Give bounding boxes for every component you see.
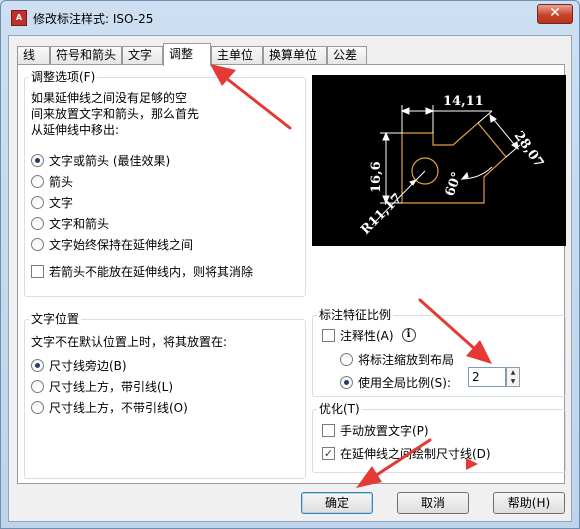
text-placement-group: 文字位置 文字不在默认位置上时，将其放置在: 尺寸线旁边(B) 尺寸线上方，带引… xyxy=(24,312,306,479)
radio-scale-to-layout[interactable]: 将标注缩放到布局 xyxy=(340,351,454,367)
tab-tolerances[interactable]: 公差 xyxy=(327,46,367,65)
dialog-window: A 修改标注样式: ISO-25 ✕ 线 符号和箭头 文字 调整 主单位 换算单… xyxy=(0,0,580,529)
preview-label-left: 16,6 xyxy=(369,161,384,193)
radio-over-dim-line-with-leader[interactable]: 尺寸线上方，带引线(L) xyxy=(31,378,173,394)
radio-use-overall-scale[interactable]: 使用全局比例(S): xyxy=(340,374,451,390)
radio-label: 箭头 xyxy=(49,174,74,189)
autocad-app-icon: A xyxy=(11,10,27,26)
radio-indicator[interactable] xyxy=(31,358,44,372)
preview-label-right: 28,07 xyxy=(511,129,547,171)
cancel-button[interactable]: 取消 xyxy=(397,492,469,514)
fit-options-group: 调整选项(F) 如果延伸线之间没有足够的空 间来放置文字和箭头，那么首先 从延伸… xyxy=(24,70,306,297)
ok-button[interactable]: 确定 xyxy=(301,492,373,514)
overall-scale-input[interactable]: 2 xyxy=(468,367,506,387)
checkbox-indicator[interactable]: ✓ xyxy=(322,446,335,460)
fit-options-title: 调整选项(F) xyxy=(29,70,98,84)
title-bar[interactable]: A 修改标注样式: ISO-25 ✕ xyxy=(1,1,579,35)
fine-tuning-title: 优化(T) xyxy=(317,402,362,416)
scale-features-title: 标注特征比例 xyxy=(317,308,394,322)
help-button[interactable]: 帮助(H) xyxy=(493,492,565,514)
checkbox-indicator[interactable] xyxy=(322,423,335,437)
radio-text-and-arrows[interactable]: 文字和箭头 xyxy=(31,215,109,231)
close-button[interactable]: ✕ xyxy=(537,4,573,24)
fit-options-description-line-2: 间来放置文字和箭头，那么首先 xyxy=(31,107,200,121)
radio-label: 将标注缩放到布局 xyxy=(358,352,455,367)
radio-indicator[interactable] xyxy=(31,216,44,230)
tab-lines[interactable]: 线 xyxy=(17,46,50,65)
spin-down-icon[interactable]: ▼ xyxy=(507,377,519,386)
fit-tab-panel: 调整选项(F) 如果延伸线之间没有足够的空 间来放置文字和箭头，那么首先 从延伸… xyxy=(17,64,566,484)
radio-label: 文字或箭头 (最佳效果) xyxy=(49,153,171,168)
checkbox-label: 注释性(A) xyxy=(340,328,394,343)
checkbox-label: 在延伸线之间绘制尺寸线(D) xyxy=(340,446,491,461)
checkbox-indicator[interactable] xyxy=(322,328,335,342)
radio-label: 文字和箭头 xyxy=(49,216,110,231)
radio-beside-dim-line[interactable]: 尺寸线旁边(B) xyxy=(31,357,127,373)
radio-label: 尺寸线旁边(B) xyxy=(49,358,127,373)
tab-primary-units[interactable]: 主单位 xyxy=(211,46,263,65)
checkbox-manual-place-text[interactable]: 手动放置文字(P) xyxy=(322,422,429,438)
radio-indicator[interactable] xyxy=(31,153,44,167)
tab-text[interactable]: 文字 xyxy=(122,46,163,65)
dialog-client: 线 符号和箭头 文字 调整 主单位 换算单位 公差 调整选项(F) 如果延伸线之… xyxy=(8,35,572,522)
tab-fit[interactable]: 调整 xyxy=(163,43,211,66)
radio-text[interactable]: 文字 xyxy=(31,194,73,210)
fine-tuning-group: 优化(T) xyxy=(312,402,566,473)
radio-label: 尺寸线上方，不带引线(O) xyxy=(49,400,188,415)
radio-indicator[interactable] xyxy=(31,379,44,393)
overall-scale-spinner[interactable]: ▲ ▼ xyxy=(506,367,520,387)
checkbox-annotative[interactable]: 注释性(A) i xyxy=(322,327,416,343)
preview-label-radius: R11,17 xyxy=(358,191,405,238)
spin-up-icon[interactable]: ▲ xyxy=(507,368,519,377)
radio-label: 尺寸线上方，带引线(L) xyxy=(49,379,174,394)
radio-indicator[interactable] xyxy=(31,195,44,209)
radio-label: 文字 xyxy=(49,195,74,210)
tab-alternate-units[interactable]: 换算单位 xyxy=(263,46,327,65)
radio-label: 使用全局比例(S): xyxy=(358,375,452,390)
checkbox-indicator[interactable] xyxy=(31,264,44,278)
dimension-preview: 14,11 16,6 28,07 60° R11,17 xyxy=(312,75,566,246)
radio-indicator[interactable] xyxy=(31,237,44,251)
info-icon[interactable]: i xyxy=(401,328,416,342)
checkbox-label: 手动放置文字(P) xyxy=(340,423,429,438)
fit-options-description-line-1: 如果延伸线之间没有足够的空 xyxy=(31,91,188,105)
checkbox-suppress-arrows[interactable]: 若箭头不能放在延伸线内，则将其消除 xyxy=(31,263,253,279)
radio-text-or-arrows[interactable]: 文字或箭头 (最佳效果) xyxy=(31,152,170,168)
preview-label-top: 14,11 xyxy=(443,94,484,109)
tab-symbols-arrows[interactable]: 符号和箭头 xyxy=(50,46,122,65)
preview-drawing: 14,11 16,6 28,07 60° R11,17 xyxy=(358,94,547,238)
text-placement-title: 文字位置 xyxy=(29,312,82,326)
checkbox-label: 若箭头不能放在延伸线内，则将其消除 xyxy=(49,264,254,279)
radio-indicator[interactable] xyxy=(340,375,353,389)
radio-indicator[interactable] xyxy=(340,352,353,366)
checkbox-draw-dim-line-between[interactable]: ✓ 在延伸线之间绘制尺寸线(D) xyxy=(322,445,491,461)
preview-label-angle: 60° xyxy=(443,170,466,198)
radio-text-between-ext-lines[interactable]: 文字始终保持在延伸线之间 xyxy=(31,236,193,252)
fit-options-description-line-3: 从延伸线中移出: xyxy=(31,123,120,137)
text-placement-description: 文字不在默认位置上时，将其放置在: xyxy=(31,335,228,349)
radio-arrows[interactable]: 箭头 xyxy=(31,173,73,189)
radio-over-dim-line-without-leader[interactable]: 尺寸线上方，不带引线(O) xyxy=(31,399,188,415)
window-title: 修改标注样式: ISO-25 xyxy=(33,12,154,26)
radio-indicator[interactable] xyxy=(31,174,44,188)
radio-label: 文字始终保持在延伸线之间 xyxy=(49,237,194,252)
radio-indicator[interactable] xyxy=(31,400,44,414)
